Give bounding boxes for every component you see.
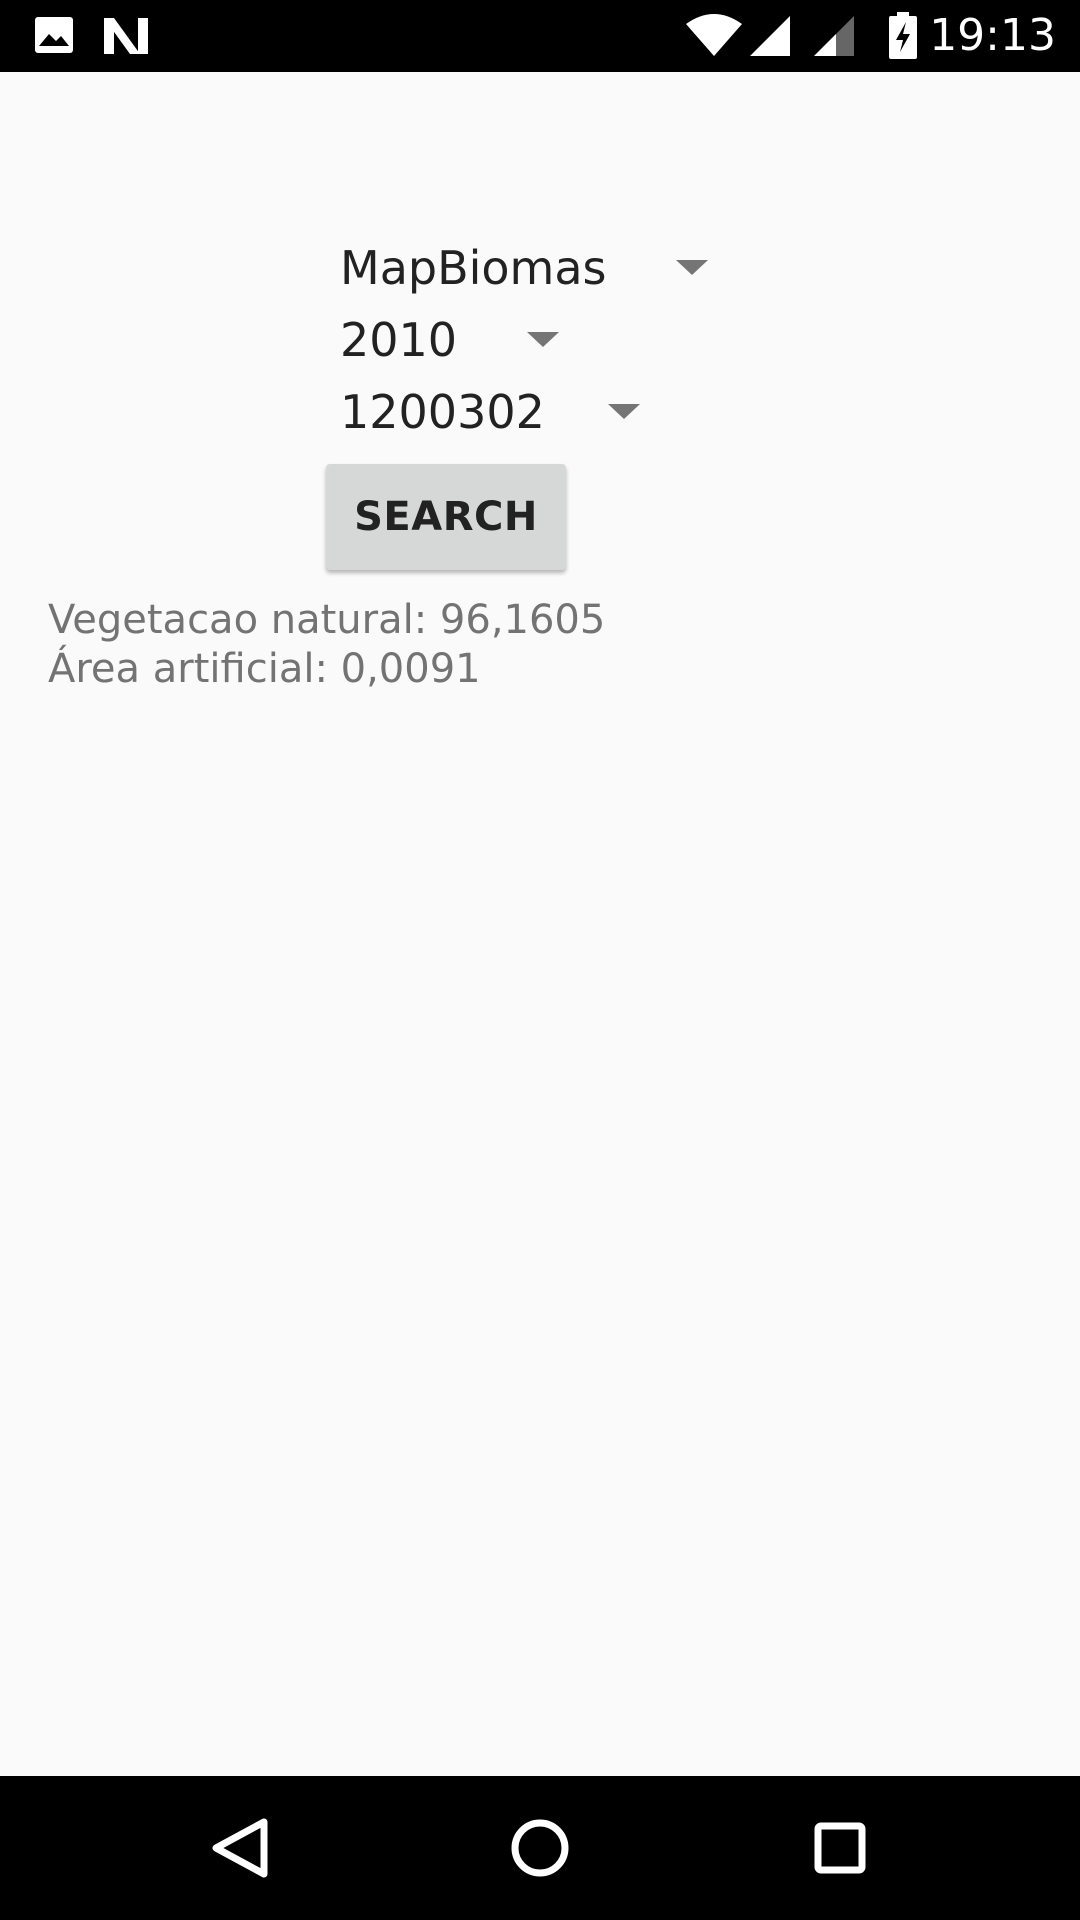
home-icon[interactable] [490, 1798, 590, 1898]
battery-charging-icon [888, 12, 918, 65]
code-spinner[interactable]: 1200302 [330, 376, 640, 448]
result-artificial-area: Área artificial: 0,0091 [48, 646, 481, 692]
source-spinner[interactable]: MapBiomas [330, 232, 710, 304]
navigation-bar [0, 1776, 1080, 1920]
year-spinner[interactable]: 2010 [330, 304, 560, 376]
cell-signal-2-icon [812, 14, 856, 63]
n-notification-icon [102, 16, 150, 61]
recents-icon[interactable] [790, 1798, 890, 1898]
cell-signal-icon [748, 14, 792, 63]
wifi-icon [684, 12, 744, 63]
chevron-down-icon [527, 332, 559, 347]
status-time: 19:13 [929, 10, 1056, 61]
chevron-down-icon [676, 260, 708, 275]
image-icon [34, 16, 74, 59]
chevron-down-icon [608, 404, 640, 419]
code-spinner-value: 1200302 [340, 385, 545, 439]
back-icon[interactable] [190, 1798, 290, 1898]
year-spinner-value: 2010 [340, 313, 458, 367]
result-vegetation: Vegetacao natural: 96,1605 [48, 597, 606, 643]
status-bar: 19:13 [0, 0, 1080, 72]
source-spinner-value: MapBiomas [340, 241, 607, 295]
results-text: Vegetacao natural: 96,1605 Área artifici… [48, 596, 605, 694]
main-content: MapBiomas 2010 1200302 SEARCH Vegetacao … [0, 72, 1080, 1776]
search-button[interactable]: SEARCH [326, 464, 566, 570]
